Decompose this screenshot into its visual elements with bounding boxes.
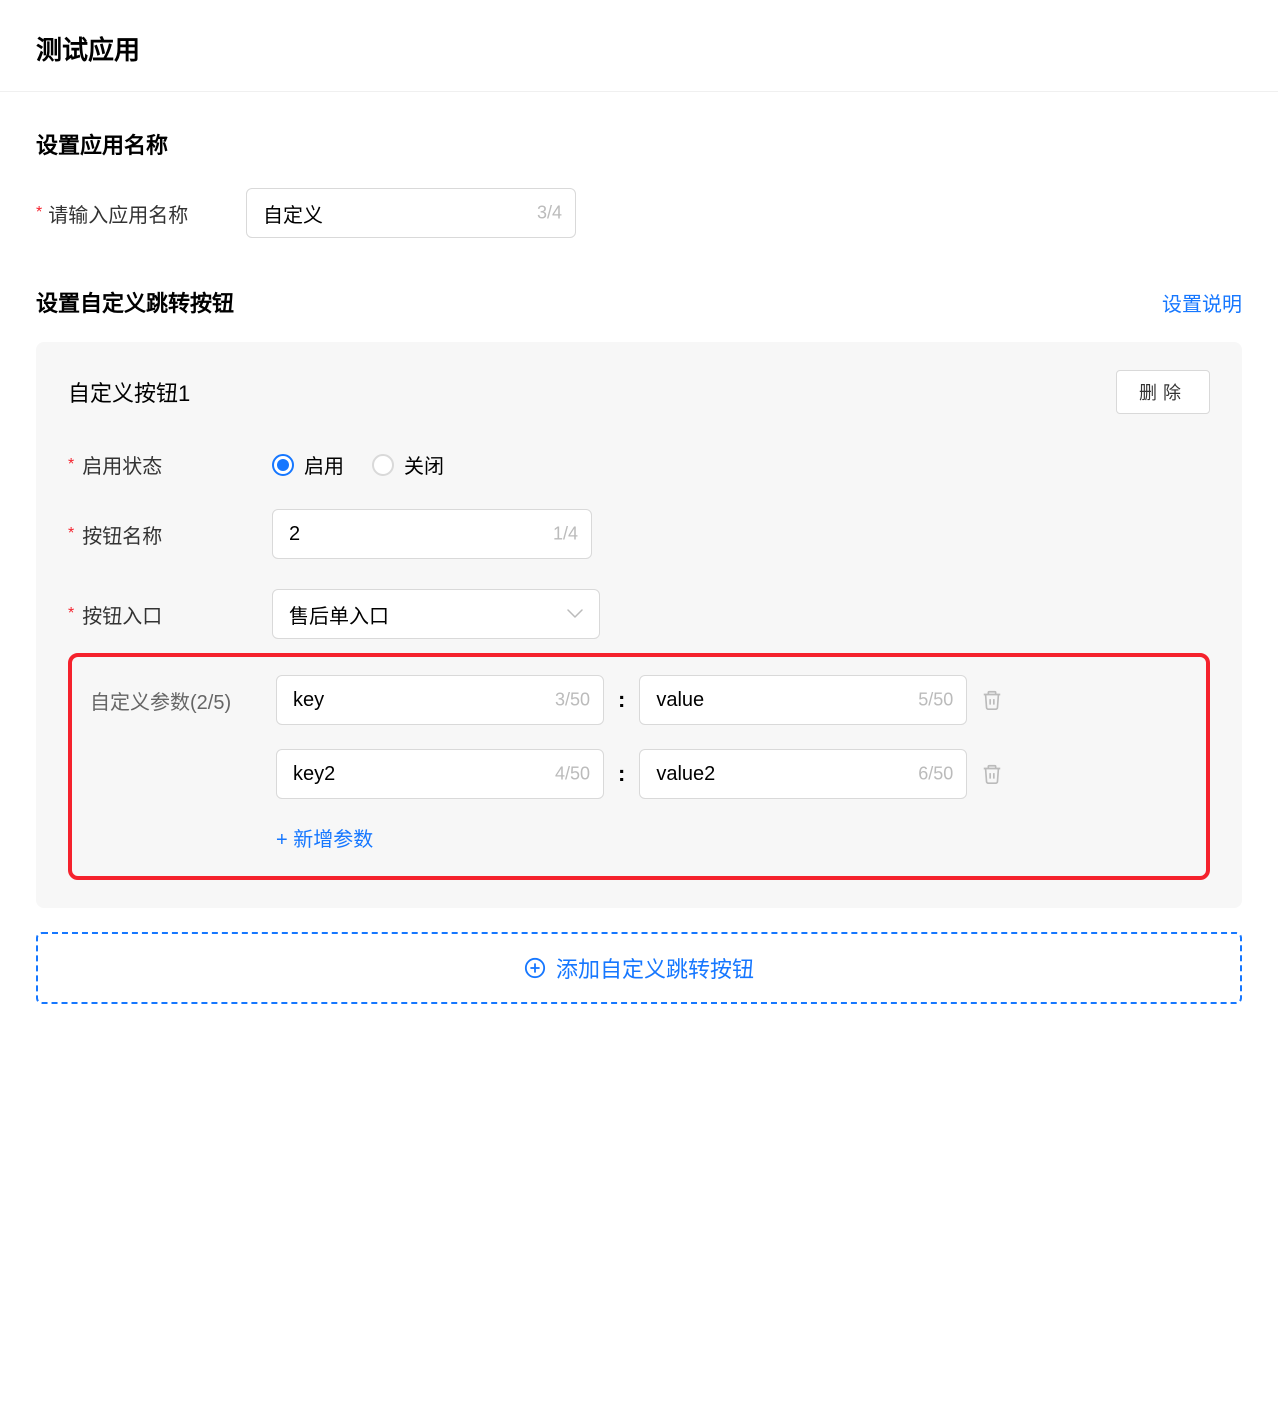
button-name-input[interactable] xyxy=(272,509,592,559)
radio-enable[interactable]: 启用 xyxy=(272,450,344,479)
button-entry-label: * 按钮入口 xyxy=(68,600,272,629)
colon-separator: : xyxy=(618,687,625,713)
panel-1-header: 自定义按钮1 删除 xyxy=(68,370,1210,414)
param-key-input-2[interactable] xyxy=(276,749,604,799)
button-name-field: * 按钮名称 1/4 xyxy=(68,509,1210,559)
add-param-link[interactable]: + 新增参数 xyxy=(276,823,1194,852)
enable-radio-group: 启用 关闭 xyxy=(272,450,444,479)
button-entry-select[interactable]: 售后单入口 xyxy=(272,589,600,639)
delete-button[interactable]: 删除 xyxy=(1116,370,1210,414)
enable-status-label: * 启用状态 xyxy=(68,450,272,479)
param-value-input-1[interactable] xyxy=(639,675,967,725)
param-inputs-2: 4/50 : 6/50 xyxy=(276,749,1003,799)
param-value-input-2[interactable] xyxy=(639,749,967,799)
enable-status-field: * 启用状态 启用 关闭 xyxy=(68,450,1210,479)
required-mark: * xyxy=(68,605,74,623)
custom-params-highlight: 自定义参数(2/5) 3/50 : 5/50 xyxy=(68,653,1210,880)
chevron-down-icon xyxy=(567,606,583,622)
content-area: 设置应用名称 * 请输入应用名称 3/4 设置自定义跳转按钮 设置说明 自定义按… xyxy=(0,92,1278,1004)
radio-enable-label: 启用 xyxy=(304,450,344,479)
app-name-input-wrapper: 3/4 xyxy=(246,188,576,238)
params-label: 自定义参数(2/5) xyxy=(84,686,276,715)
trash-icon[interactable] xyxy=(981,689,1003,711)
settings-help-link[interactable]: 设置说明 xyxy=(1162,288,1242,317)
app-name-label-text: 请输入应用名称 xyxy=(48,199,188,228)
add-button-label: 添加自定义跳转按钮 xyxy=(556,952,754,984)
app-name-input[interactable] xyxy=(246,188,576,238)
radio-circle-unchecked xyxy=(372,454,394,476)
panel-1-title: 自定义按钮1 xyxy=(68,376,190,408)
radio-disable-label: 关闭 xyxy=(404,450,444,479)
app-name-heading: 设置应用名称 xyxy=(36,128,1242,160)
app-name-field: * 请输入应用名称 3/4 xyxy=(36,188,1242,238)
custom-buttons-heading: 设置自定义跳转按钮 xyxy=(36,286,234,318)
trash-icon[interactable] xyxy=(981,763,1003,785)
param-inputs-1: 3/50 : 5/50 xyxy=(276,675,1003,725)
params-row-2: 4/50 : 6/50 xyxy=(84,749,1194,799)
page-header: 测试应用 xyxy=(0,0,1278,92)
colon-separator: : xyxy=(618,761,625,787)
required-mark: * xyxy=(68,456,74,474)
button-name-input-wrapper: 1/4 xyxy=(272,509,592,559)
button-entry-value: 售后单入口 xyxy=(289,600,389,629)
button-name-label: * 按钮名称 xyxy=(68,520,272,549)
custom-buttons-header: 设置自定义跳转按钮 设置说明 xyxy=(36,286,1242,318)
required-mark: * xyxy=(68,525,74,543)
add-custom-button[interactable]: 添加自定义跳转按钮 xyxy=(36,932,1242,1004)
radio-disable[interactable]: 关闭 xyxy=(372,450,444,479)
param-key-input-1[interactable] xyxy=(276,675,604,725)
page-title: 测试应用 xyxy=(36,30,1242,67)
button-entry-field: * 按钮入口 售后单入口 xyxy=(68,589,1210,639)
custom-button-panel-1: 自定义按钮1 删除 * 启用状态 启用 关闭 * 按钮 xyxy=(36,342,1242,908)
app-name-label: * 请输入应用名称 xyxy=(36,199,246,228)
button-name-label-text: 按钮名称 xyxy=(82,520,162,549)
params-row-1: 自定义参数(2/5) 3/50 : 5/50 xyxy=(84,675,1194,725)
enable-status-label-text: 启用状态 xyxy=(82,450,162,479)
plus-circle-icon xyxy=(524,957,546,979)
button-entry-label-text: 按钮入口 xyxy=(82,600,162,629)
radio-circle-checked xyxy=(272,454,294,476)
required-mark: * xyxy=(36,204,42,222)
